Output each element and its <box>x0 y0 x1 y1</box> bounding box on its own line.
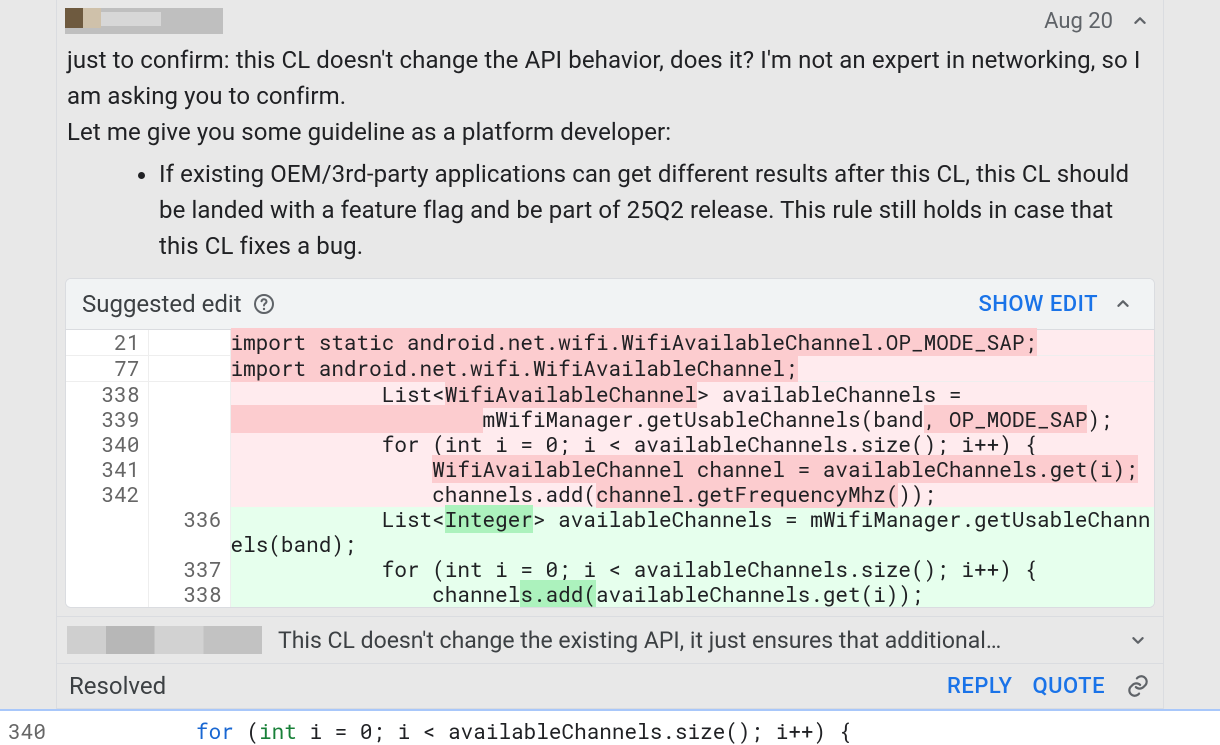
comment-footer: Resolved REPLY QUOTE <box>57 663 1163 708</box>
collapse-icon[interactable] <box>1125 6 1155 36</box>
new-line-number: 336 <box>148 507 230 557</box>
quote-button[interactable]: QUOTE <box>1032 674 1105 699</box>
author-avatar-redacted <box>65 8 223 34</box>
comment-paragraph: just to confirm: this CL doesn't change … <box>67 42 1153 114</box>
diff-row: 21 import static android.net.wifi.WifiAva… <box>66 330 1154 356</box>
diff-row: 341 WifiAvailableChannel channel = avail… <box>66 457 1154 482</box>
diff-table: 21 import static android.net.wifi.WifiAva… <box>66 330 1154 607</box>
line-number: 340 <box>0 717 56 745</box>
diff-row: 77 import android.net.wifi.WifiAvailableC… <box>66 356 1154 382</box>
new-line-number: 338 <box>148 582 230 607</box>
link-icon[interactable] <box>1125 673 1151 699</box>
show-edit-button[interactable]: SHOW EDIT <box>978 292 1098 317</box>
reply-row[interactable]: This CL doesn't change the existing API,… <box>57 616 1163 663</box>
old-line-number: 77 <box>66 356 148 382</box>
new-line-number <box>148 482 230 507</box>
diff-code: mWifiManager.getUsableChannels(band, OP_… <box>230 407 1154 432</box>
diff-row: 338 channels.add(availableChannels.get(i… <box>66 582 1154 607</box>
diff-row: 340 for (int i = 0; i < availableChannel… <box>66 432 1154 457</box>
diff-code: import static android.net.wifi.WifiAvail… <box>230 330 1154 356</box>
resolved-label: Resolved <box>69 672 166 700</box>
new-line-number <box>148 382 230 408</box>
new-line-number: 337 <box>148 557 230 582</box>
code-content: for (int i = 0; i < availableChannels.si… <box>56 717 851 745</box>
comment-bullet: If existing OEM/3rd-party applications c… <box>159 156 1153 264</box>
old-line-number: 338 <box>66 382 148 408</box>
diff-code: List<WifiAvailableChannel> availableChan… <box>230 382 1154 408</box>
diff-code: channels.add(availableChannels.get(i)); <box>230 582 1154 607</box>
old-line-number: 342 <box>66 482 148 507</box>
diff-code: channels.add(channel.getFrequencyMhz()); <box>230 482 1154 507</box>
old-line-number: 21 <box>66 330 148 356</box>
expand-reply-icon[interactable] <box>1123 625 1153 655</box>
old-line-number <box>66 557 148 582</box>
comment-date: Aug 20 <box>1044 9 1113 34</box>
diff-code: List<Integer> availableChannels = mWifiM… <box>230 507 1154 557</box>
old-line-number <box>66 582 148 607</box>
diff-row: 338 List<WifiAvailableChannel> available… <box>66 382 1154 408</box>
old-line-number: 341 <box>66 457 148 482</box>
suggested-edit-title: Suggested edit <box>82 290 242 318</box>
diff-code: import android.net.wifi.WifiAvailableCha… <box>230 356 1154 382</box>
suggested-edit-block: Suggested edit SHOW EDIT 21 import static… <box>65 278 1155 608</box>
comment-body: just to confirm: this CL doesn't change … <box>57 38 1163 278</box>
diff-code: WifiAvailableChannel channel = available… <box>230 457 1154 482</box>
old-line-number: 340 <box>66 432 148 457</box>
help-icon[interactable] <box>252 292 276 316</box>
source-line: 340 for (int i = 0; i < availableChannel… <box>0 709 1220 745</box>
reply-button[interactable]: REPLY <box>947 674 1012 699</box>
diff-row: 337 for (int i = 0; i < availableChannel… <box>66 557 1154 582</box>
diff-code: for (int i = 0; i < availableChannels.si… <box>230 432 1154 457</box>
collapse-diff-icon[interactable] <box>1108 289 1138 319</box>
new-line-number <box>148 407 230 432</box>
diff-code: for (int i = 0; i < availableChannels.si… <box>230 557 1154 582</box>
comment-header: Aug 20 <box>57 0 1163 38</box>
comment-card: Aug 20 just to confirm: this CL doesn't … <box>56 0 1164 709</box>
old-line-number: 339 <box>66 407 148 432</box>
reply-author-redacted <box>67 626 262 654</box>
new-line-number <box>148 330 230 356</box>
new-line-number <box>148 432 230 457</box>
diff-row: 336 List<Integer> availableChannels = mW… <box>66 507 1154 557</box>
old-line-number <box>66 507 148 557</box>
new-line-number <box>148 457 230 482</box>
new-line-number <box>148 356 230 382</box>
reply-preview-text: This CL doesn't change the existing API,… <box>278 627 1107 654</box>
suggested-edit-header: Suggested edit SHOW EDIT <box>66 279 1154 330</box>
diff-row: 339 mWifiManager.getUsableChannels(band,… <box>66 407 1154 432</box>
diff-row: 342 channels.add(channel.getFrequencyMhz… <box>66 482 1154 507</box>
comment-paragraph: Let me give you some guideline as a plat… <box>67 114 1153 150</box>
